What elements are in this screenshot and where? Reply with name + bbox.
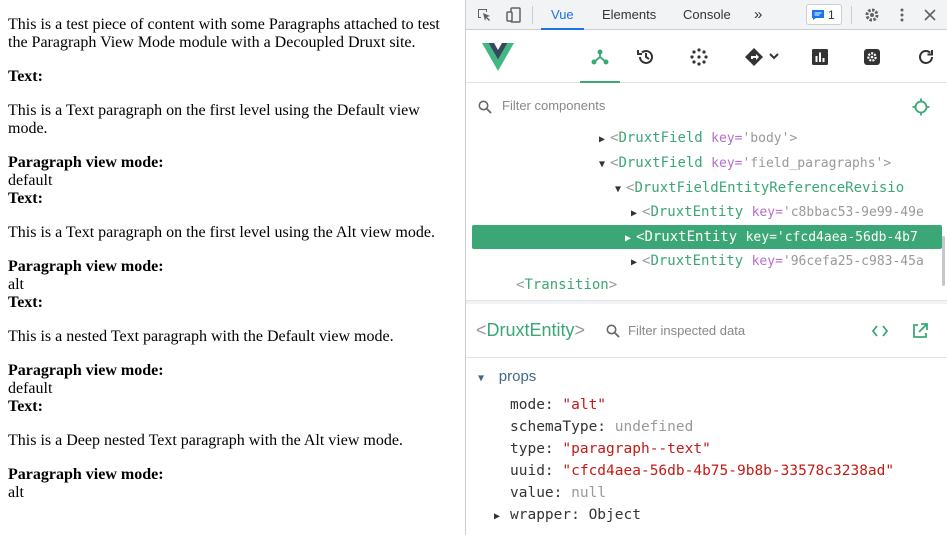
props-panel: ▼ props mode: "alt" schemaType: undefine… xyxy=(466,358,947,535)
open-in-editor-icon[interactable] xyxy=(912,323,928,339)
mode-label: Paragraph view mode: xyxy=(8,258,164,275)
expand-arrow-icon[interactable]: ▶ xyxy=(594,128,610,152)
message-icon xyxy=(812,9,824,20)
page-content: This is a test piece of content with som… xyxy=(0,0,465,535)
tab-elements[interactable]: Elements xyxy=(592,0,666,30)
tree-node-selected[interactable]: ▶ <DruxtEntity key='cfcd4aea-56db-4b7 xyxy=(472,225,942,249)
mode-label: Paragraph view mode: xyxy=(8,466,164,483)
router-icon[interactable] xyxy=(734,31,790,83)
gear-icon[interactable] xyxy=(860,0,884,30)
more-tabs-button[interactable]: » xyxy=(744,0,772,30)
code-icon[interactable] xyxy=(872,324,888,338)
section-label: Text: xyxy=(8,190,43,207)
close-icon[interactable] xyxy=(918,0,942,30)
divider xyxy=(851,6,852,24)
vue-logo-icon xyxy=(478,31,518,83)
component-filter-input[interactable] xyxy=(502,98,882,113)
tree-node[interactable]: <Transition> xyxy=(472,273,942,297)
tab-console[interactable]: Console xyxy=(673,0,741,30)
prop-row[interactable]: uuid: "cfcd4aea-56db-4b75-9b8b-33578c323… xyxy=(510,460,894,482)
prop-row[interactable]: type: "paragraph--text" xyxy=(510,438,711,460)
inspected-component-title: <DruxtEntity> xyxy=(476,320,586,340)
section-label: Text: xyxy=(8,398,43,415)
prop-row[interactable]: mode: "alt" xyxy=(510,394,606,416)
expand-arrow-icon[interactable]: ▶ xyxy=(626,251,642,275)
inspector-header: <DruxtEntity> xyxy=(466,304,947,358)
mode-value: default xyxy=(8,380,53,397)
tree-node[interactable]: ▶ <DruxtEntity key='96cefa25-c983-45a xyxy=(472,249,942,273)
prop-row[interactable]: ▶ wrapper: Object xyxy=(494,504,641,526)
components-icon[interactable] xyxy=(580,31,620,83)
devtools-tabbar: Vue Elements Console » 1 xyxy=(466,0,947,30)
expand-arrow-icon[interactable]: ▶ xyxy=(494,506,510,528)
issues-button[interactable]: 1 xyxy=(806,4,842,25)
settings-icon[interactable] xyxy=(852,31,892,83)
inspect-element-icon[interactable] xyxy=(472,0,496,30)
section-label: Text: xyxy=(8,68,43,85)
search-icon xyxy=(478,100,492,114)
tree-scrollbar[interactable] xyxy=(942,236,945,286)
kebab-menu-icon[interactable] xyxy=(890,0,914,30)
expand-arrow-icon[interactable]: ▶ xyxy=(626,202,642,226)
component-filter-bar xyxy=(466,84,947,128)
paragraph-text: This is a Text paragraph on the first le… xyxy=(8,102,420,137)
tree-node[interactable]: ▼ <DruxtFieldEntityReferenceRevisio xyxy=(472,176,942,200)
collapse-arrow-icon[interactable]: ▼ xyxy=(594,153,610,177)
mode-value: alt xyxy=(8,276,24,293)
mode-label: Paragraph view mode: xyxy=(8,362,164,379)
mode-label: Paragraph view mode: xyxy=(8,154,164,171)
component-tree: ▶ <DruxtField key='body'> ▼ <DruxtField ke… xyxy=(466,128,947,300)
mode-value: alt xyxy=(8,484,24,501)
inspector-filter-input[interactable] xyxy=(628,323,878,338)
devtools-panel: Vue Elements Console » 1 Filter componen… xyxy=(465,0,947,535)
paragraph-text: This is a Text paragraph on the first le… xyxy=(8,224,435,241)
collapse-arrow-icon[interactable]: ▼ xyxy=(610,178,626,202)
plugins-icon[interactable] xyxy=(679,31,719,83)
paragraph-text: This is a Deep nested Text paragraph wit… xyxy=(8,432,403,449)
issues-count: 1 xyxy=(828,7,835,22)
mode-value: default xyxy=(8,172,53,189)
tree-node[interactable]: ▶ <DruxtEntity key='c8bbac53-9e99-49e xyxy=(472,200,942,224)
performance-icon[interactable] xyxy=(800,31,840,83)
vue-toolbar xyxy=(466,31,947,83)
target-select-icon[interactable] xyxy=(912,98,930,116)
timeline-icon[interactable] xyxy=(626,31,666,83)
tab-vue[interactable]: Vue xyxy=(541,0,584,30)
collapse-arrow-icon[interactable]: ▼ xyxy=(478,373,484,384)
props-section-header[interactable]: ▼ props xyxy=(478,366,536,388)
paragraph-text: This is a nested Text paragraph with the… xyxy=(8,328,394,345)
device-toolbar-icon[interactable] xyxy=(502,0,526,30)
prop-row[interactable]: schemaType: undefined xyxy=(510,416,693,438)
tree-node[interactable]: ▼ <DruxtField key='field_paragraphs'> xyxy=(472,151,942,175)
tree-node[interactable]: ▶ <DruxtField key='body'> xyxy=(472,128,942,150)
expand-arrow-icon[interactable]: ▶ xyxy=(620,227,636,251)
divider xyxy=(532,6,533,24)
prop-row[interactable]: value: null xyxy=(510,482,606,504)
intro-text: This is a test piece of content with som… xyxy=(8,16,440,51)
refresh-icon[interactable] xyxy=(906,31,946,83)
section-label: Text: xyxy=(8,294,43,311)
search-icon xyxy=(606,324,620,338)
